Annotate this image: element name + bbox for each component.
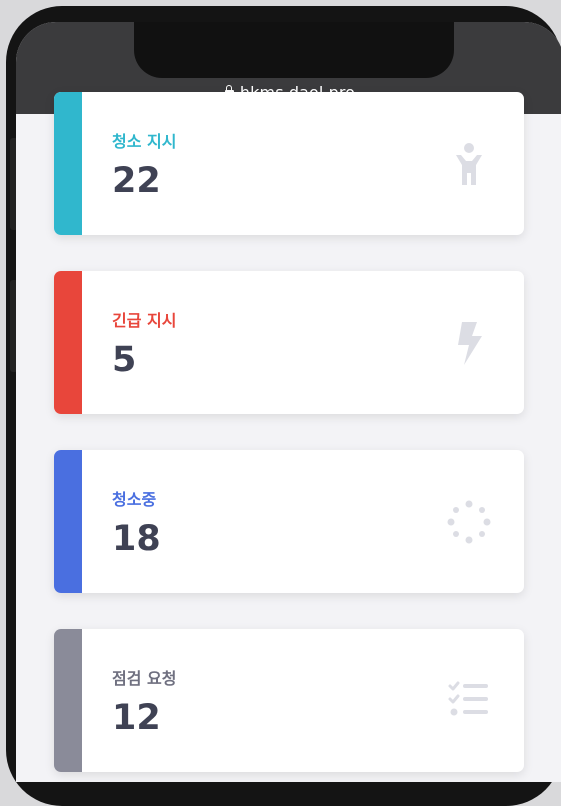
card-label: 청소 지시 bbox=[112, 132, 177, 151]
card-label: 점검 요청 bbox=[112, 669, 177, 688]
card-cleaning-in-progress[interactable]: 청소중 18 bbox=[54, 450, 524, 593]
card-urgent-order[interactable]: 긴급 지시 5 bbox=[54, 271, 524, 414]
tasks-icon bbox=[444, 676, 494, 726]
card-value: 22 bbox=[112, 161, 161, 201]
card-value: 12 bbox=[112, 698, 161, 738]
card-accent-bar bbox=[54, 629, 82, 772]
card-accent-bar bbox=[54, 271, 82, 414]
card-accent-bar bbox=[54, 450, 82, 593]
user-icon bbox=[444, 139, 494, 189]
card-inspection-request[interactable]: 점검 요청 12 bbox=[54, 629, 524, 772]
card-label: 긴급 지시 bbox=[112, 311, 177, 330]
card-label: 청소중 bbox=[112, 490, 157, 509]
phone-frame: hkms.daol.pro 청소 지시 22 긴급 지시 5 bbox=[6, 6, 561, 806]
spinner-icon bbox=[444, 497, 494, 547]
card-accent-bar bbox=[54, 92, 82, 235]
card-value: 18 bbox=[112, 519, 161, 559]
bolt-icon bbox=[444, 318, 494, 368]
card-cleaning-order[interactable]: 청소 지시 22 bbox=[54, 92, 524, 235]
card-value: 5 bbox=[112, 340, 137, 380]
phone-notch bbox=[134, 22, 454, 78]
phone-screen: hkms.daol.pro 청소 지시 22 긴급 지시 5 bbox=[16, 22, 561, 782]
